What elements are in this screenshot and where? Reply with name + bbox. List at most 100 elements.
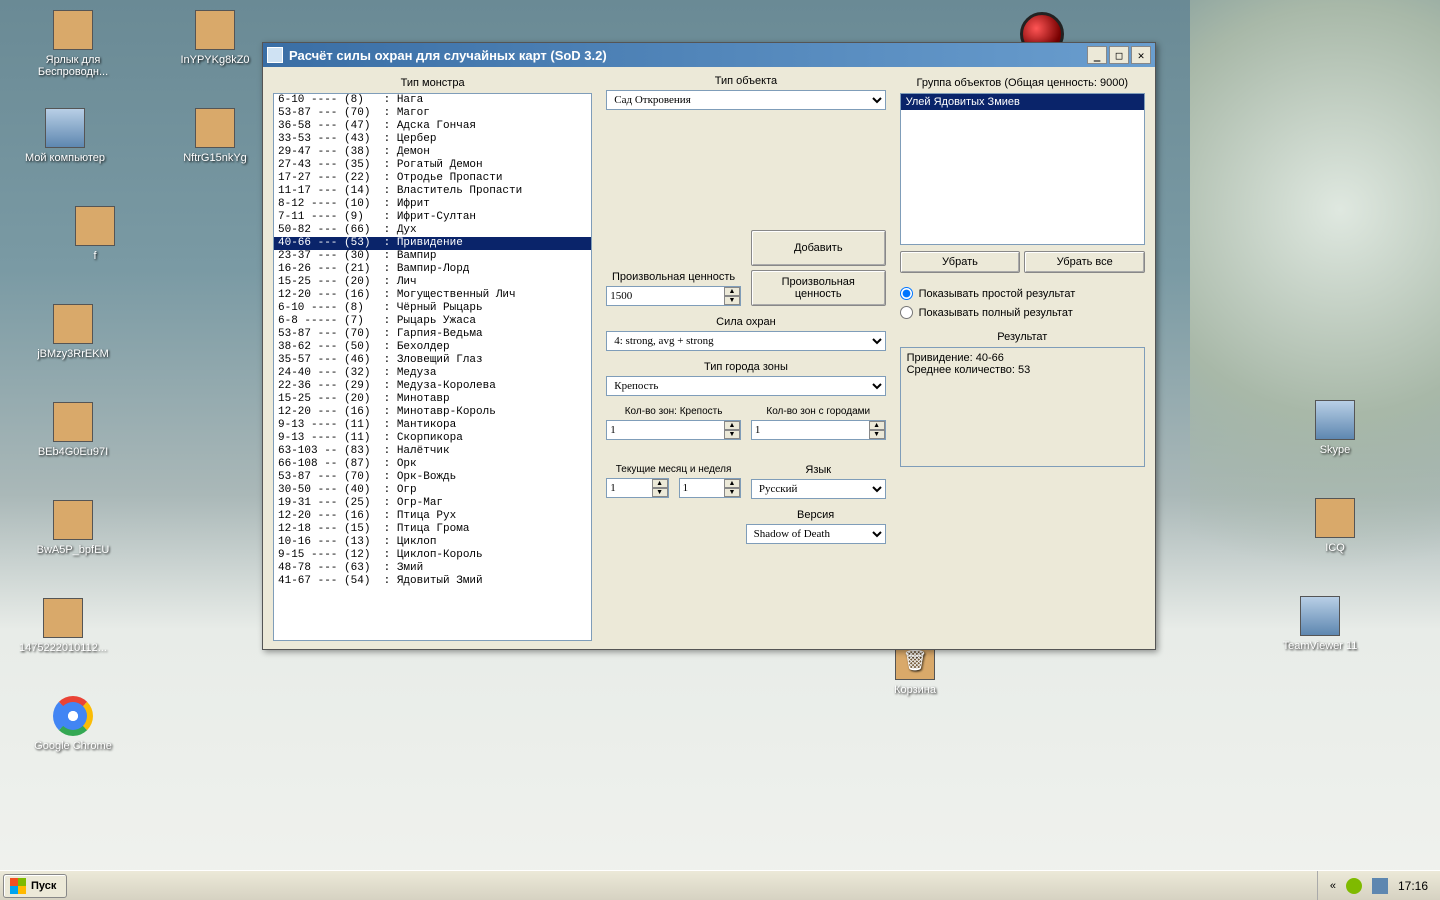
monster-row[interactable]: 12-20 --- (16) : Минотавр-Король	[274, 406, 591, 419]
maximize-button[interactable]: □	[1109, 46, 1129, 64]
desktop-icon[interactable]: Ярлык для Беспроводн...	[18, 10, 128, 78]
monster-row[interactable]: 53-87 --- (70) : Орк-Вождь	[274, 471, 591, 484]
desktop-icon[interactable]: Skype	[1280, 400, 1390, 456]
spin-up-icon[interactable]: ▲	[869, 421, 885, 430]
monster-row[interactable]: 16-26 --- (21) : Вампир-Лорд	[274, 263, 591, 276]
language-select[interactable]: Русский	[751, 479, 886, 499]
month-week-label: Текущие месяц и неделя	[606, 464, 741, 475]
icon-label: NftrG15nkYg	[160, 152, 270, 164]
desktop-icon[interactable]: 1475222010112...	[8, 598, 118, 654]
desktop-icon[interactable]: NftrG15nkYg	[160, 108, 270, 164]
desktop-icon[interactable]: Мой компьютер	[10, 108, 120, 164]
icon-label: Skype	[1280, 444, 1390, 456]
remove-all-button[interactable]: Убрать все	[1024, 251, 1145, 273]
tray-network-icon[interactable]	[1372, 878, 1388, 894]
monster-row[interactable]: 19-31 --- (25) : Огр-Маг	[274, 497, 591, 510]
desktop-icon[interactable]: TeamViewer 11	[1265, 596, 1375, 652]
monster-row[interactable]: 36-58 --- (47) : Адска Гончая	[274, 120, 591, 133]
start-button[interactable]: Пуск	[3, 874, 67, 898]
monster-row[interactable]: 23-37 --- (30) : Вампир	[274, 250, 591, 263]
system-tray[interactable]: « 17:16	[1317, 871, 1440, 900]
desktop-icon[interactable]: InYPYKg8kZ0	[160, 10, 270, 66]
monster-row[interactable]: 50-82 --- (66) : Дух	[274, 224, 591, 237]
desktop-icon[interactable]: jBMzy3RrEKM	[18, 304, 128, 360]
simple-result-radio[interactable]	[900, 287, 913, 300]
zones-fortress-input[interactable]	[606, 420, 741, 440]
custom-value-input[interactable]	[606, 286, 741, 306]
monster-row[interactable]: 29-47 --- (38) : Демон	[274, 146, 591, 159]
monster-row[interactable]: 48-78 --- (63) : Змий	[274, 562, 591, 575]
monster-row[interactable]: 33-53 --- (43) : Цербер	[274, 133, 591, 146]
monster-listbox[interactable]: 6-10 ---- (8) : Нага53-87 --- (70) : Маг…	[273, 93, 592, 641]
monster-row[interactable]: 24-40 --- (32) : Медуза	[274, 367, 591, 380]
monster-row[interactable]: 15-25 --- (20) : Минотавр	[274, 393, 591, 406]
monster-row[interactable]: 6-8 ----- (7) : Рыцарь Ужаса	[274, 315, 591, 328]
simple-result-label: Показывать простой результат	[919, 288, 1076, 300]
clock[interactable]: 17:16	[1398, 879, 1428, 893]
custom-value-button[interactable]: Произвольная ценность	[751, 270, 886, 306]
tray-chevron-icon[interactable]: «	[1330, 880, 1336, 892]
spin-up-icon[interactable]: ▲	[724, 287, 740, 296]
object-type-select[interactable]: Сад Откровения	[606, 90, 885, 110]
monster-row[interactable]: 11-17 --- (14) : Властитель Пропасти	[274, 185, 591, 198]
monster-row[interactable]: 12-20 --- (16) : Птица Рух	[274, 510, 591, 523]
monster-row[interactable]: 35-57 --- (46) : Зловещий Глаз	[274, 354, 591, 367]
monster-row[interactable]: 6-10 ---- (8) : Чёрный Рыцарь	[274, 302, 591, 315]
full-result-radio[interactable]	[900, 306, 913, 319]
spin-up-icon[interactable]: ▲	[724, 421, 740, 430]
monster-row[interactable]: 53-87 --- (70) : Гарпия-Ведьма	[274, 328, 591, 341]
desktop-icon[interactable]: BEb4G0Eu97I	[18, 402, 128, 458]
desktop-icon[interactable]: BwA5P_bpfEU	[18, 500, 128, 556]
object-type-label: Тип объекта	[606, 75, 885, 87]
monster-row[interactable]: 17-27 --- (22) : Отродье Пропасти	[274, 172, 591, 185]
spin-down-icon[interactable]: ▼	[724, 488, 740, 497]
monster-row[interactable]: 12-18 --- (15) : Птица Грома	[274, 523, 591, 536]
monster-row[interactable]: 8-12 ---- (10) : Ифрит	[274, 198, 591, 211]
monster-row[interactable]: 27-43 --- (35) : Рогатый Демон	[274, 159, 591, 172]
tray-icon[interactable]	[1346, 878, 1362, 894]
monster-row[interactable]: 10-16 --- (13) : Циклоп	[274, 536, 591, 549]
guard-strength-select[interactable]: 4: strong, avg + strong	[606, 331, 885, 351]
zones-towns-label: Кол-во зон с городами	[751, 406, 886, 417]
version-select[interactable]: Shadow of Death	[746, 524, 886, 544]
spin-down-icon[interactable]: ▼	[724, 430, 740, 439]
result-label: Результат	[900, 331, 1145, 343]
minimize-button[interactable]: _	[1087, 46, 1107, 64]
monster-row[interactable]: 15-25 --- (20) : Лич	[274, 276, 591, 289]
spin-down-icon[interactable]: ▼	[652, 488, 668, 497]
spin-down-icon[interactable]: ▼	[724, 296, 740, 305]
spin-down-icon[interactable]: ▼	[869, 430, 885, 439]
titlebar[interactable]: Расчёт силы охран для случайных карт (So…	[263, 43, 1155, 67]
monster-row[interactable]: 9-13 ---- (11) : Скорпикора	[274, 432, 591, 445]
remove-button[interactable]: Убрать	[900, 251, 1021, 273]
monster-row[interactable]: 40-66 --- (53) : Привидение	[274, 237, 591, 250]
monster-row[interactable]: 7-11 ---- (9) : Ифрит-Султан	[274, 211, 591, 224]
icon-label: 1475222010112...	[8, 642, 118, 654]
add-button[interactable]: Добавить	[751, 230, 886, 266]
desktop-icon[interactable]: Google Chrome	[18, 696, 128, 752]
result-line: Среднее количество: 53	[907, 364, 1138, 376]
monster-row[interactable]: 30-50 --- (40) : Огр	[274, 484, 591, 497]
desktop-icon[interactable]: ICQ	[1280, 498, 1390, 554]
group-listbox[interactable]: Улей Ядовитых Змиев	[900, 93, 1145, 245]
monster-row[interactable]: 38-62 --- (50) : Бехолдер	[274, 341, 591, 354]
desktop-icon[interactable]: f	[40, 206, 150, 262]
zones-towns-input[interactable]	[751, 420, 886, 440]
spin-up-icon[interactable]: ▲	[724, 479, 740, 488]
guard-calc-window: Расчёт силы охран для случайных карт (So…	[262, 42, 1156, 650]
window-title: Расчёт силы охран для случайных карт (So…	[289, 48, 607, 63]
monster-row[interactable]: 6-10 ---- (8) : Нага	[274, 94, 591, 107]
monster-row[interactable]: 63-103 -- (83) : Налётчик	[274, 445, 591, 458]
windows-logo-icon	[10, 878, 26, 894]
monster-row[interactable]: 66-108 -- (87) : Орк	[274, 458, 591, 471]
monster-row[interactable]: 41-67 --- (54) : Ядовитый Змий	[274, 575, 591, 588]
spin-up-icon[interactable]: ▲	[652, 479, 668, 488]
monster-row[interactable]: 9-13 ---- (11) : Мантикора	[274, 419, 591, 432]
group-item[interactable]: Улей Ядовитых Змиев	[901, 94, 1144, 110]
monster-row[interactable]: 9-15 ---- (12) : Циклоп-Король	[274, 549, 591, 562]
monster-row[interactable]: 12-20 --- (16) : Могущественный Лич	[274, 289, 591, 302]
monster-row[interactable]: 53-87 --- (70) : Магог	[274, 107, 591, 120]
monster-row[interactable]: 22-36 --- (29) : Медуза-Королева	[274, 380, 591, 393]
zone-town-type-select[interactable]: Крепость	[606, 376, 885, 396]
close-button[interactable]: ✕	[1131, 46, 1151, 64]
